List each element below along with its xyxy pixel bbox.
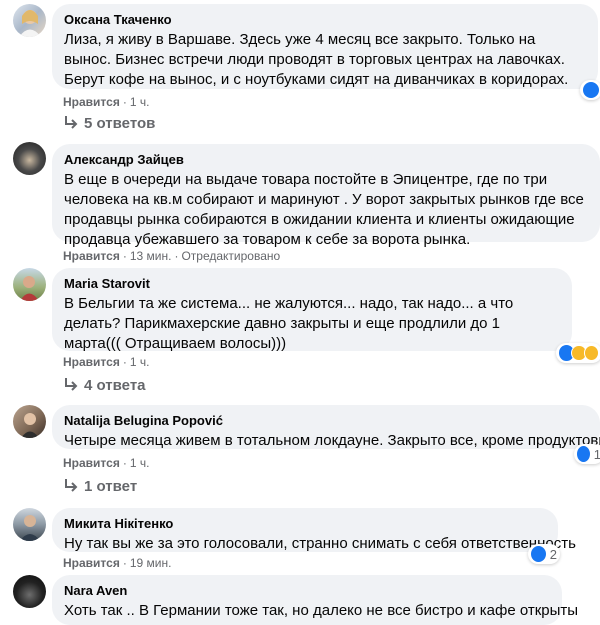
reaction-count: 2 <box>549 546 557 562</box>
timestamp[interactable]: 19 мин. <box>130 556 172 570</box>
comment-text: В еще в очереди на выдаче товара постойт… <box>64 171 584 248</box>
comment-text: Ну так вы же за это голосовали, странно … <box>64 535 576 552</box>
like-reaction-icon <box>583 82 599 98</box>
comment-meta: Нравится · 1 ч. <box>63 95 150 109</box>
comment-bubble: Maria Starovit В Бельгии та же система..… <box>52 268 572 352</box>
edited-label[interactable]: Отредактировано <box>181 249 280 263</box>
reply-arrow-icon <box>65 116 78 129</box>
comment-bubble: Александр Зайцев В еще в очереди на выда… <box>52 144 600 248</box>
comment-meta: Нравится · 13 мин. · Отредактировано <box>63 249 281 263</box>
like-reaction-icon <box>577 446 590 462</box>
reply-arrow-icon <box>65 378 78 391</box>
comment-author[interactable]: Nara Aven <box>64 583 550 599</box>
replies-count: 5 ответов <box>84 115 156 132</box>
timestamp[interactable]: 13 мин. <box>130 249 172 263</box>
comment-text: Четыре месяца живем в тотальном локдауне… <box>64 432 600 449</box>
comment-meta: Нравится · 1 ч. <box>63 456 150 470</box>
replies-count: 1 ответ <box>84 478 138 495</box>
comment-author[interactable]: Александр Зайцев <box>64 152 588 168</box>
reaction-summary[interactable]: 2 <box>528 544 560 564</box>
like-link[interactable]: Нравится <box>63 95 120 109</box>
comment-text: Лиза, я живу в Варшаве. Здесь уже 4 меся… <box>64 31 569 88</box>
like-link[interactable]: Нравится <box>63 556 120 570</box>
avatar[interactable] <box>13 405 46 438</box>
avatar[interactable] <box>13 268 46 301</box>
comment-text: В Бельгии та же система... не жалуются..… <box>64 295 514 352</box>
timestamp[interactable]: 1 ч. <box>130 456 150 470</box>
like-link[interactable]: Нравится <box>63 456 120 470</box>
like-link[interactable]: Нравится <box>63 355 120 369</box>
comment-bubble: Микита Нікітенко Ну так вы же за это гол… <box>52 508 576 552</box>
comment-bubble: Оксана Ткаченко Лиза, я живу в Варшаве. … <box>52 4 598 89</box>
like-reaction-icon <box>531 546 546 562</box>
avatar[interactable] <box>13 508 46 541</box>
comment-author[interactable]: Микита Нікітенко <box>64 516 546 532</box>
reaction-summary[interactable] <box>556 343 600 363</box>
comment-bubble: Natalija Belugina Popović Четыре месяца … <box>52 405 600 449</box>
comment-text: Хоть так .. В Германии тоже так, но дале… <box>64 602 579 619</box>
avatar[interactable] <box>13 142 46 175</box>
comment-author[interactable]: Оксана Ткаченко <box>64 12 586 28</box>
comment-meta: Нравится · 1 ч. <box>63 355 150 369</box>
comment-bubble: Nara Aven Хоть так .. В Германии тоже та… <box>52 575 579 625</box>
sad-reaction-icon <box>583 345 599 361</box>
view-replies-link[interactable]: 1 ответ <box>63 477 137 497</box>
reaction-summary[interactable]: 1 <box>574 444 600 464</box>
comment-meta: Нравится · 19 мин. <box>63 556 172 570</box>
view-replies-link[interactable]: 4 ответа <box>63 376 146 396</box>
timestamp[interactable]: 1 ч. <box>130 355 150 369</box>
view-replies-link[interactable]: 5 ответов <box>63 114 155 134</box>
reply-arrow-icon <box>65 479 78 492</box>
timestamp[interactable]: 1 ч. <box>130 95 150 109</box>
like-link[interactable]: Нравится <box>63 249 120 263</box>
avatar[interactable] <box>13 575 46 608</box>
avatar[interactable] <box>13 4 46 37</box>
comment-author[interactable]: Natalija Belugina Popović <box>64 413 588 429</box>
comment-author[interactable]: Maria Starovit <box>64 276 560 292</box>
replies-count: 4 ответа <box>84 377 146 394</box>
reaction-summary[interactable] <box>580 80 600 100</box>
reaction-count: 1 <box>593 446 600 462</box>
